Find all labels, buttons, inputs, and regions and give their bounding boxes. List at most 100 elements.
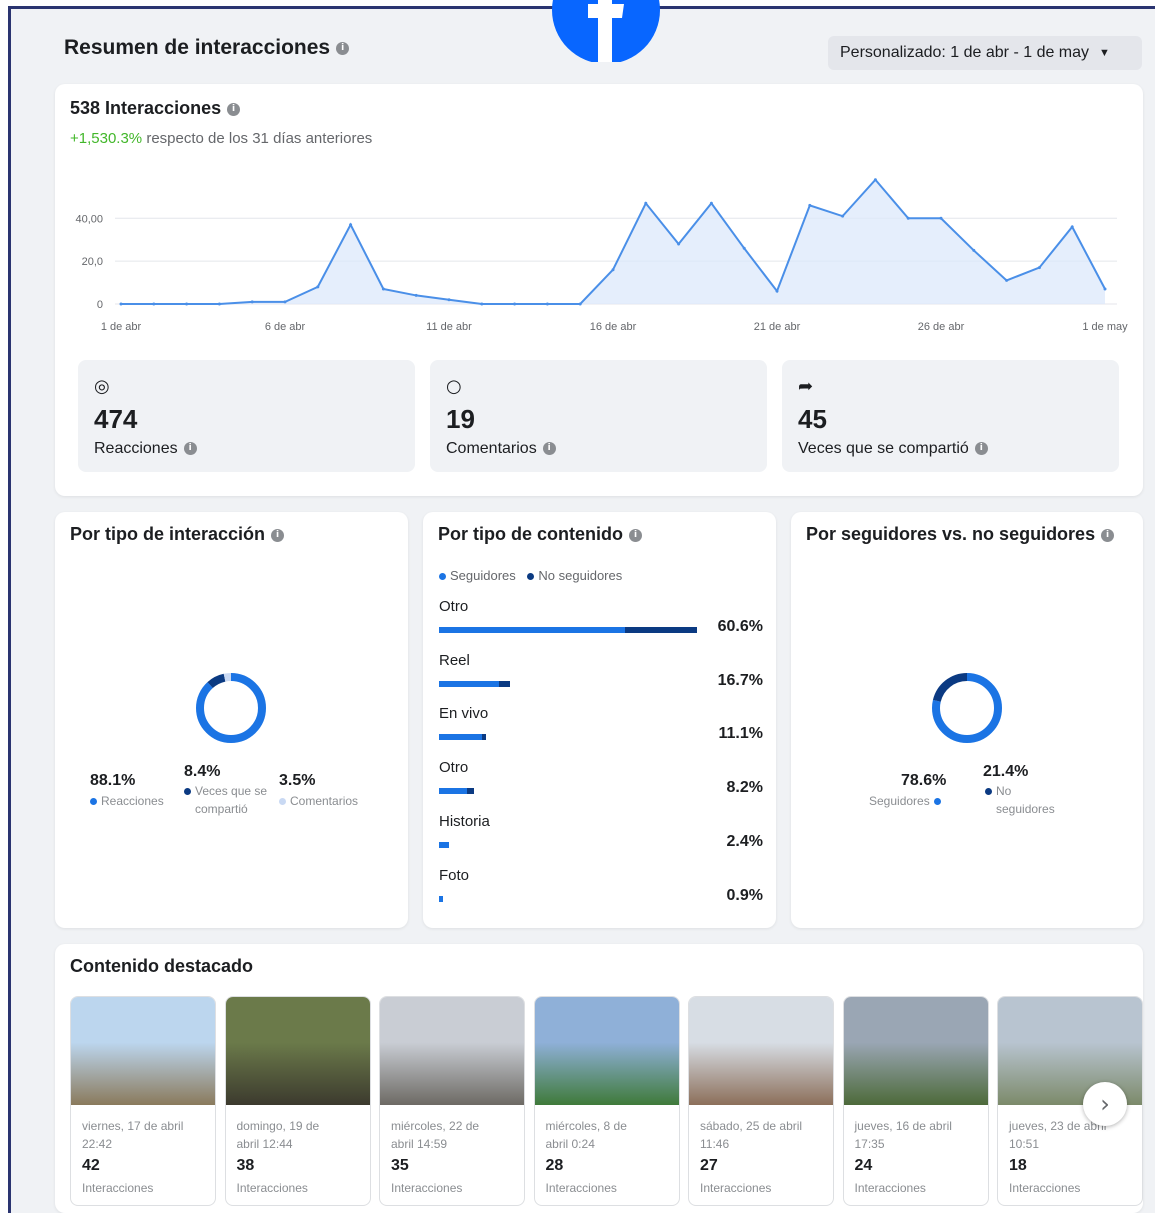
delta-value: +1,530.3%: [70, 130, 143, 147]
data-point: [1103, 287, 1107, 291]
info-icon[interactable]: [542, 442, 556, 456]
data-point: [873, 178, 877, 182]
info-icon[interactable]: [183, 442, 197, 456]
content-bar-item: Historia 2.4%: [439, 813, 769, 850]
delta-description: respecto de los 31 días anteriores: [142, 130, 373, 147]
content-bar-item: Foto 0.9%: [439, 866, 769, 904]
featured-post[interactable]: sábado, 25 de abril 11:46 27 Interacciones: [688, 996, 834, 1206]
featured-post[interactable]: domingo, 19 de abril 12:44 38 Interacciones: [224, 996, 371, 1206]
data-point: [972, 248, 976, 252]
post-count-label: Interacciones: [545, 1181, 617, 1195]
data-point: [217, 302, 221, 306]
info-icon[interactable]: [974, 442, 988, 456]
bar-percent: 11.1%: [718, 725, 763, 743]
bar-label: Foto: [439, 866, 470, 884]
date-range-dropdown[interactable]: Personalizado: 1 de abr - 1 de may ▼: [828, 36, 1142, 70]
bar-percent: 60.6%: [717, 618, 763, 635]
chevron-right-icon[interactable]: ›: [1083, 1082, 1127, 1126]
label-comments: Comentarios: [279, 792, 358, 810]
bar-percent: 16.7%: [717, 671, 763, 689]
legend-dot: [933, 798, 941, 806]
stat-comments: ○ 19 Comentarios: [430, 360, 767, 472]
delta-text: +1,530.3% respecto de los 31 días anteri…: [70, 130, 372, 147]
bar-followers: [439, 680, 500, 687]
followers-card: Por seguidores vs. no seguidores 78.6% S…: [791, 512, 1143, 928]
post-thumbnail[interactable]: [380, 997, 524, 1105]
featured-post[interactable]: miércoles, 8 de abril 0:24 28 Interacciones: [533, 996, 680, 1206]
stat-label: Reacciones: [94, 440, 197, 458]
interaction-donut: [196, 673, 266, 743]
post-date: jueves, 16 de abril 17:35: [854, 1119, 952, 1151]
stat-label: Comentarios: [446, 440, 556, 458]
info-icon[interactable]: [336, 41, 350, 55]
data-point: [250, 300, 254, 304]
data-point: [578, 302, 582, 306]
label-non-followers: No seguidores: [985, 782, 1055, 818]
data-point: [742, 246, 746, 250]
data-point: [1070, 225, 1074, 229]
data-point: [119, 302, 123, 306]
post-count-label: Interacciones: [854, 1181, 926, 1195]
info-icon[interactable]: [227, 102, 241, 116]
comment-icon: ○: [446, 376, 462, 397]
interactions-line-chart: 40,00 20,0 0 1 de abr 6 de abr 11 de abr 16 de…: [75, 178, 1128, 333]
post-thumbnail[interactable]: [225, 997, 370, 1105]
legend-dot: [279, 798, 286, 806]
featured-post[interactable]: viernes, 17 de abril 22:42 42 Interacciones: [70, 996, 216, 1206]
post-date: miércoles, 8 de abril 0:24: [545, 1119, 627, 1151]
data-point: [775, 289, 779, 293]
bar-percent: 8.2%: [726, 779, 763, 797]
post-thumbnail[interactable]: [843, 997, 988, 1105]
info-icon[interactable]: [1101, 528, 1115, 542]
post-count: 28: [545, 1157, 564, 1174]
post-count: 35: [391, 1157, 409, 1174]
post-count: 18: [1009, 1157, 1027, 1174]
label-followers: Seguidores: [869, 792, 945, 810]
bar-followers: [439, 788, 467, 795]
label-shares: Veces que se compartió: [184, 782, 267, 818]
legend-dot: [527, 573, 535, 581]
info-icon[interactable]: [271, 528, 285, 542]
x-tick-label: 26 de abr: [918, 321, 965, 333]
y-tick-label: 20,0: [82, 256, 103, 268]
legend-dot: [985, 788, 992, 796]
date-range-label: Personalizado: 1 de abr - 1 de may: [840, 44, 1090, 61]
content-type-card: Por tipo de contenido Seguidores No segu…: [423, 512, 776, 928]
post-thumbnail[interactable]: [534, 997, 679, 1105]
pct-comments: 3.5%: [279, 772, 316, 789]
x-tick-label: 1 de abr: [101, 321, 142, 333]
bar-followers: [439, 895, 443, 902]
stat-value: 474: [94, 404, 138, 434]
x-tick-label: 1 de may: [1082, 321, 1128, 333]
data-point: [349, 223, 353, 227]
stat-value: 45: [798, 404, 827, 434]
post-count-label: Interacciones: [82, 1181, 154, 1195]
data-point: [939, 216, 943, 220]
featured-content-card: Contenido destacado viernes, 17 de abril…: [55, 944, 1143, 1213]
x-tick-label: 11 de abr: [426, 321, 472, 333]
info-icon[interactable]: [629, 528, 642, 542]
y-tick-label: 0: [97, 299, 103, 311]
featured-post[interactable]: jueves, 16 de abril 17:35 24 Interacciones: [842, 996, 989, 1206]
bar-label: Otro: [439, 598, 469, 615]
content-legend: Seguidores No seguidores: [439, 568, 622, 583]
donut-segment: [196, 673, 266, 743]
post-thumbnail[interactable]: [71, 997, 215, 1105]
stat-shares: ➦ 45 Veces que se compartió: [782, 360, 1119, 472]
bar-followers: [439, 841, 450, 848]
post-count-label: Interacciones: [1009, 1181, 1081, 1195]
data-point: [644, 201, 648, 205]
data-point: [841, 214, 845, 218]
post-thumbnail[interactable]: [689, 997, 833, 1105]
x-tick-label: 16 de abr: [590, 321, 637, 333]
bar-percent: 2.4%: [726, 832, 763, 850]
data-point: [611, 268, 615, 272]
featured-post[interactable]: miércoles, 22 de abril 14:59 35 Interaccion…: [379, 996, 525, 1206]
bar-non-followers: [624, 627, 697, 633]
pct-reactions: 88.1%: [90, 772, 136, 789]
post-count: 38: [236, 1157, 255, 1174]
page-title: Resumen de interacciones: [64, 36, 350, 60]
pct-non-followers: 21.4%: [983, 763, 1029, 780]
data-point: [808, 203, 812, 207]
reactions-icon: ◎: [94, 376, 110, 397]
